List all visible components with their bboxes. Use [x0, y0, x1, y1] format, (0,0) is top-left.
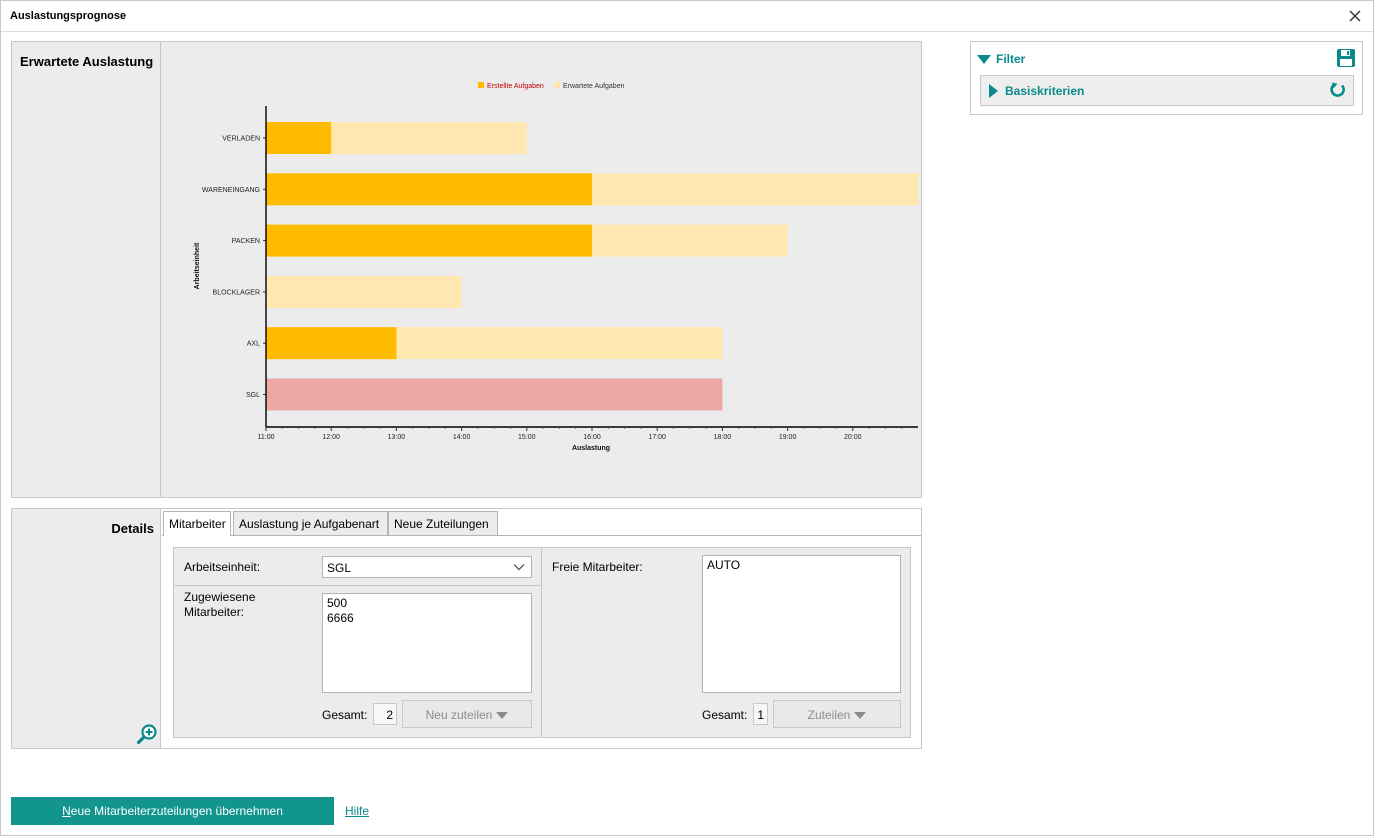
y-tick-label: PACKEN	[232, 238, 260, 245]
bar-created	[266, 122, 332, 154]
x-tick-label: 16:00	[583, 434, 601, 441]
filter-panel: Filter Basiskriterien	[970, 41, 1363, 115]
chevron-down-icon	[513, 564, 525, 571]
zugewiesene-label-line2: Mitarbeiter:	[184, 605, 245, 619]
filter-toggle[interactable]: Filter	[977, 52, 1025, 68]
x-tick-label: 17:00	[648, 434, 666, 441]
x-tick-label: 20:00	[844, 434, 862, 441]
filter-title: Filter	[996, 52, 1026, 66]
y-tick-label: VERLADEN	[222, 136, 260, 143]
mnemonic-letter: N	[62, 804, 71, 818]
details-label-column: Details	[12, 509, 161, 748]
tab-content: Arbeitseinheit: SGL Zugewiesene Mitarbei…	[162, 535, 921, 748]
zugewiesene-label-line1: Zugewiesene	[184, 590, 256, 604]
basiskriterien-label: Basiskriterien	[1005, 84, 1085, 98]
x-tick-label: 12:00	[322, 434, 340, 441]
help-link[interactable]: Hilfe	[345, 804, 369, 818]
dropdown-arrow-icon	[496, 712, 509, 720]
zoom-in-icon[interactable]	[136, 723, 158, 745]
chart-legend: Erstellte Aufgaben Erwartete Aufgaben	[478, 82, 625, 90]
mitarbeiter-form: Arbeitseinheit: SGL Zugewiesene Mitarbei…	[173, 547, 911, 738]
x-tick-label: 18:00	[714, 434, 732, 441]
free-count: 1	[753, 703, 768, 725]
title-bar: Auslastungsprognose	[1, 1, 1373, 32]
neu-zuteilen-button: Neu zuteilen	[402, 700, 532, 728]
y-tick-label: WARENEINGANG	[202, 187, 260, 194]
assigned-count: 2	[373, 703, 397, 725]
chart-panel: Erwartete Auslastung Erstellte Aufgaben E…	[11, 41, 922, 498]
x-axis-label: Auslastung	[572, 445, 610, 452]
list-item[interactable]: 500	[327, 596, 527, 611]
details-title: Details	[111, 521, 154, 536]
arbeitseinheit-value: SGL	[327, 561, 352, 575]
details-panel: Details Mitarbeiter Auslastung je Aufgab…	[11, 508, 922, 749]
gesamt-label-left: Gesamt:	[322, 708, 368, 722]
zuteilen-button: Zuteilen	[773, 700, 901, 728]
tab-neue-zuteilungen[interactable]: Neue Zuteilungen	[388, 511, 498, 535]
legend-swatch	[478, 82, 484, 88]
dropdown-arrow-icon	[854, 712, 867, 720]
assigned-section: Arbeitseinheit: SGL Zugewiesene Mitarbei…	[174, 548, 542, 737]
expand-icon	[989, 84, 998, 98]
chart-panel-title: Erwartete Auslastung	[20, 54, 154, 69]
arbeitseinheit-select[interactable]: SGL	[322, 556, 532, 578]
collapse-icon	[977, 55, 991, 65]
y-tick-label: SGL	[246, 392, 260, 399]
bar-created	[266, 173, 592, 206]
bar-created	[266, 327, 397, 360]
y-axis-label: Arbeitseinheit	[194, 242, 201, 289]
bar-created	[266, 224, 592, 257]
chart-label-column: Erwartete Auslastung	[12, 42, 161, 497]
legend-label: Erwartete Aufgaben	[563, 83, 625, 90]
legend-swatch	[554, 82, 560, 88]
reset-icon[interactable]	[1329, 81, 1347, 99]
tab-auslastung-je-aufgabenart[interactable]: Auslastung je Aufgabenart	[233, 511, 388, 535]
tab-mitarbeiter[interactable]: Mitarbeiter	[163, 511, 231, 536]
x-tick-label: 15:00	[518, 434, 536, 441]
x-tick-label: 13:00	[388, 434, 406, 441]
x-tick-label: 11:00	[258, 434, 275, 441]
freie-mitarbeiter-label: Freie Mitarbeiter:	[552, 560, 643, 574]
list-item[interactable]: AUTO	[707, 558, 896, 573]
neu-zuteilen-label: Neu zuteilen	[425, 708, 493, 722]
x-tick-label: 14:00	[453, 434, 471, 441]
free-employees-list[interactable]: AUTO	[702, 555, 901, 693]
apply-assignments-button[interactable]: Neue Mitarbeiterzuteilungen übernehmen	[11, 797, 334, 825]
gesamt-label-right: Gesamt:	[702, 708, 748, 722]
arbeitseinheit-label: Arbeitseinheit:	[184, 560, 261, 574]
x-tick-label: 19:00	[779, 434, 797, 441]
zuteilen-label: Zuteilen	[807, 708, 851, 722]
y-tick-label: BLOCKLAGER	[213, 289, 260, 296]
workload-chart: Erstellte Aufgaben Erwartete Aufgaben VERL…	[194, 82, 918, 452]
bar-overloaded	[266, 378, 723, 411]
basiskriterien-section[interactable]: Basiskriterien	[980, 75, 1354, 106]
save-icon[interactable]	[1336, 48, 1356, 68]
legend-label: Erstellte Aufgaben	[487, 83, 544, 90]
apply-assignments-label: eue Mitarbeiterzuteilungen übernehmen	[70, 804, 283, 818]
assigned-employees-list[interactable]: 500 6666	[322, 593, 532, 693]
list-item[interactable]: 6666	[327, 611, 527, 626]
divider	[174, 585, 541, 586]
y-tick-label: AXL	[247, 341, 260, 348]
close-icon[interactable]	[1347, 8, 1363, 24]
bar-expected	[266, 275, 462, 308]
window-title: Auslastungsprognose	[10, 10, 127, 22]
